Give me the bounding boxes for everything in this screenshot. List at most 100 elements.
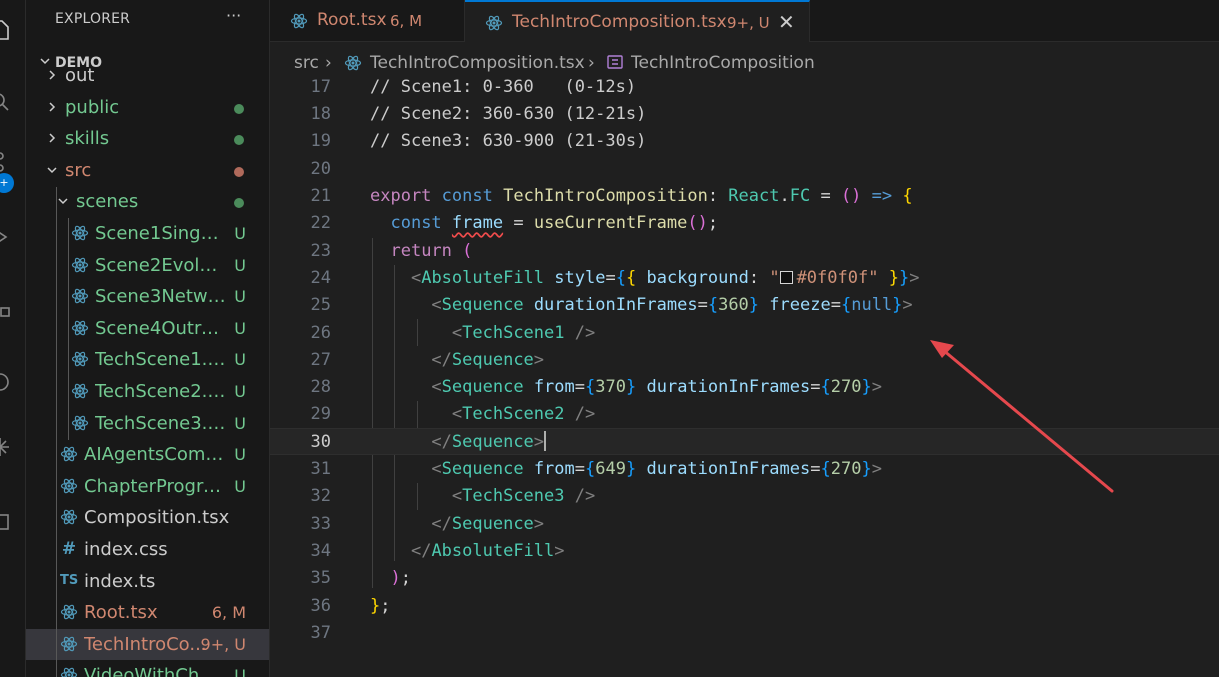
react-icon — [71, 382, 89, 400]
code-text: <TechScene1 /> — [451, 323, 596, 343]
source-control-icon[interactable] — [0, 150, 12, 174]
tree-item[interactable]: # index.css — [26, 534, 269, 565]
git-status-badge: U — [234, 287, 246, 307]
copilot-icon[interactable] — [0, 435, 12, 459]
code-line: 17 // Scene1: 0-360 (0-12s) — [270, 76, 1219, 101]
close-icon[interactable]: ✕ — [778, 10, 795, 34]
tree-item[interactable]: Scene2Evoluti... U — [26, 250, 269, 281]
text-cursor — [544, 431, 547, 451]
code-line: 22 const frame = useCurrentFrame(); — [270, 210, 1219, 237]
tree-item[interactable]: Composition.tsx — [26, 502, 269, 533]
search-icon[interactable] — [0, 90, 12, 114]
tree-item-label: Scene2Evoluti... — [95, 254, 226, 276]
extensions-icon[interactable] — [0, 295, 12, 319]
git-status-badge: U — [234, 476, 246, 496]
tree-item[interactable]: TechIntroCo... 9+, U — [26, 628, 269, 660]
tree-item-label: TechScene1.tsx — [95, 349, 226, 371]
react-icon — [60, 603, 78, 621]
react-icon — [60, 508, 78, 526]
code-editor[interactable]: 17 // Scene1: 0-360 (0-12s) 18 // Scene2… — [270, 76, 1219, 677]
breadcrumb: src › TechIntroComposition.tsx › TechInt… — [270, 42, 1219, 76]
tree-item[interactable]: Scene1Singula... U — [26, 218, 269, 249]
tab-status: 6, M — [390, 12, 423, 30]
tree-item-label: src — [65, 159, 92, 181]
git-status-badge: U — [234, 382, 246, 401]
code-text: <AbsoluteFill style={{ background: " #0f0… — [410, 268, 920, 288]
react-icon — [71, 287, 89, 305]
tab-techintro[interactable]: TechIntroComposition.tsx 9+, U ✕ — [465, 0, 810, 43]
git-status-badge: U — [234, 318, 246, 338]
tab-root[interactable]: Root.tsx 6, M — [270, 0, 465, 42]
code-line: 32 <TechScene3 /> — [270, 483, 1219, 510]
indent-guide — [68, 218, 69, 440]
tree-item[interactable]: public — [26, 92, 269, 123]
tree-item[interactable]: TechScene2.tsx U — [26, 376, 269, 407]
tree-item[interactable]: out — [26, 60, 269, 91]
line-number: 21 — [310, 186, 331, 206]
code-text: </Sequence> — [431, 350, 545, 370]
chevron-down-icon — [58, 198, 68, 205]
tab-status: 9+, U — [727, 14, 770, 32]
line-number: 20 — [310, 159, 331, 179]
code-line: 29 <TechScene2 /> — [270, 401, 1219, 428]
line-number: 35 — [310, 568, 331, 588]
tree-item[interactable]: TechScene1.tsx U — [26, 344, 269, 375]
tree-item-label: Scene3Networ... — [95, 286, 226, 308]
code-line-current: 30 </Sequence> — [270, 428, 1219, 455]
react-icon — [60, 666, 78, 677]
code-text: <Sequence from={370} durationInFrames={2… — [431, 377, 882, 397]
git-status-badge: U — [234, 350, 246, 370]
tree-item-label: VideoWithChap... — [84, 665, 226, 677]
line-number: 32 — [310, 486, 331, 506]
more-actions-icon[interactable]: ··· — [226, 6, 241, 25]
code-line: 36 }; — [270, 593, 1219, 620]
tree-item[interactable]: TS index.ts — [26, 566, 269, 597]
tree-item-label: TechScene2.tsx — [95, 381, 226, 402]
code-line: 21 export const TechIntroComposition: Re… — [270, 183, 1219, 210]
git-status-badge: U — [234, 255, 246, 275]
tree-item-label: Scene1Singula... — [95, 223, 226, 244]
react-icon — [290, 13, 308, 29]
remote-explorer-icon[interactable] — [0, 370, 12, 394]
tree-item[interactable]: skills — [26, 123, 269, 154]
accounts-icon[interactable] — [0, 510, 12, 534]
files-icon[interactable] — [0, 18, 12, 42]
explorer-title: EXPLORER — [55, 11, 131, 27]
tree-item[interactable]: Scene4Outro.tsx U — [26, 313, 269, 344]
tree-item-label: TechIntroCo... — [84, 633, 207, 655]
tree-item-label: Composition.tsx — [84, 507, 230, 529]
typescript-file-icon: TS — [60, 572, 79, 588]
tree-item-label: out — [65, 65, 95, 86]
tree-item[interactable]: VideoWithChap... U — [26, 660, 269, 677]
git-status-badge: U — [234, 224, 246, 243]
tree-item[interactable]: scenes — [26, 186, 269, 217]
line-number: 30 — [310, 432, 331, 452]
code-line: 37 — [270, 620, 1219, 647]
tree-item[interactable]: ChapterProgres... U — [26, 471, 269, 502]
explorer-sidebar: EXPLORER ··· DEMO out public skills src scen… — [26, 0, 270, 677]
line-number: 29 — [310, 404, 331, 424]
run-debug-icon[interactable] — [0, 225, 12, 249]
chevron-right-icon — [49, 70, 56, 80]
breadcrumb-folder[interactable]: src — [294, 53, 319, 73]
tree-item-label: index.ts — [84, 570, 156, 592]
tree-item[interactable]: TechScene3.tsx U — [26, 408, 269, 439]
code-line: 28 <Sequence from={370} durationInFrames… — [270, 374, 1219, 401]
tree-item[interactable]: Scene3Networ... U — [26, 281, 269, 312]
code-line: 27 </Sequence> — [270, 347, 1219, 374]
tree-item[interactable]: AIAgentsComp... U — [26, 439, 269, 470]
react-icon — [71, 224, 89, 242]
tree-item[interactable]: src — [26, 155, 269, 186]
breadcrumb-separator: › — [325, 53, 332, 73]
indent-guide — [56, 186, 57, 677]
code-line: 24 <AbsoluteFill style={{ background: " #… — [270, 265, 1219, 292]
git-status-badge: U — [234, 413, 246, 433]
tab-label: Root.tsx — [317, 10, 387, 30]
code-text: <TechScene3 /> — [451, 486, 596, 506]
breadcrumb-symbol[interactable]: TechIntroComposition — [631, 53, 815, 73]
code-line: 20 — [270, 156, 1219, 183]
breadcrumb-file[interactable]: TechIntroComposition.tsx — [370, 53, 585, 73]
code-text: ); — [390, 568, 411, 588]
tree-item[interactable]: Root.tsx 6, M — [26, 597, 269, 628]
tree-item-label: public — [65, 96, 120, 118]
